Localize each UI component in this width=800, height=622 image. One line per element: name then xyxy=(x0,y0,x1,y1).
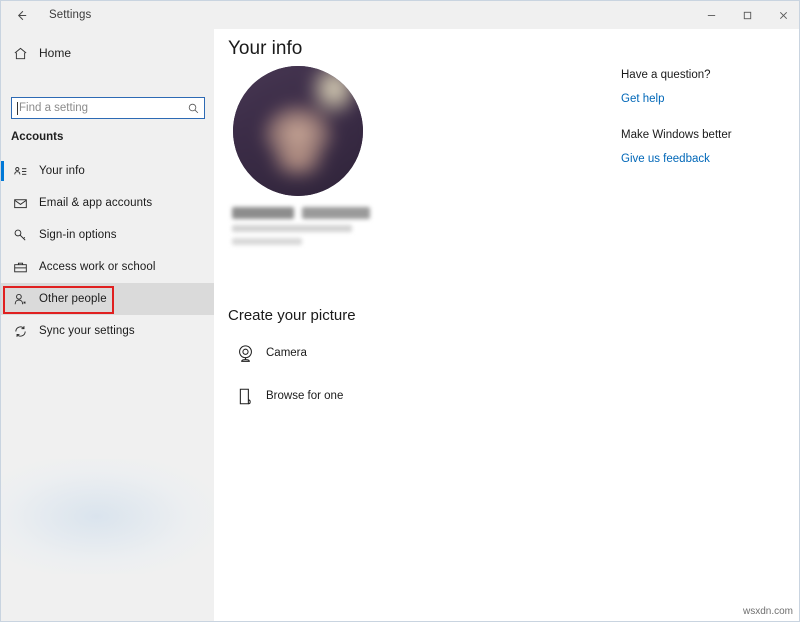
title-bar: Settings xyxy=(1,1,800,29)
sidebar-item-your-info[interactable]: Your info xyxy=(1,155,214,187)
close-icon[interactable] xyxy=(765,1,800,29)
action-label: Browse for one xyxy=(266,390,343,402)
sidebar-item-label: Other people xyxy=(39,293,107,305)
contact-card-icon xyxy=(1,164,39,179)
sync-icon xyxy=(1,324,39,339)
account-detail-redacted-1 xyxy=(232,225,352,232)
sidebar-section-title: Accounts xyxy=(11,131,63,143)
help-block-feedback: Make Windows better Give us feedback xyxy=(621,129,791,167)
sidebar-item-home[interactable]: Home xyxy=(1,37,214,69)
person-icon xyxy=(1,292,39,307)
sidebar-glare xyxy=(1,459,214,574)
help-heading: Make Windows better xyxy=(621,129,791,141)
avatar-image-blurred xyxy=(233,66,363,196)
sidebar-item-email-app-accounts[interactable]: Email & app accounts xyxy=(1,187,214,219)
briefcase-icon xyxy=(1,260,39,275)
create-picture-browse-button[interactable]: Browse for one xyxy=(228,381,343,411)
envelope-icon xyxy=(1,196,39,211)
sidebar-item-sign-in-options[interactable]: Sign-in options xyxy=(1,219,214,251)
webcam-icon xyxy=(228,343,262,364)
sidebar-item-label: Your info xyxy=(39,165,85,177)
account-detail-redacted-2 xyxy=(232,238,302,245)
give-feedback-link[interactable]: Give us feedback xyxy=(621,153,710,165)
sidebar-item-label: Email & app accounts xyxy=(39,197,152,209)
help-heading: Have a question? xyxy=(621,69,791,81)
app-title: Settings xyxy=(49,9,91,21)
key-icon xyxy=(1,228,39,243)
create-picture-title: Create your picture xyxy=(228,307,356,324)
account-surname-redacted xyxy=(302,207,370,219)
help-panel: Have a question? Get help Make Windows b… xyxy=(621,69,791,189)
sidebar-item-sync-your-settings[interactable]: Sync your settings xyxy=(1,315,214,347)
watermark: wsxdn.com xyxy=(743,606,793,617)
main-content: Your info Create your picture Camera xyxy=(214,29,800,622)
search-input[interactable] xyxy=(18,102,182,114)
home-icon xyxy=(1,46,39,61)
folder-page-icon xyxy=(228,386,262,407)
home-label: Home xyxy=(39,46,71,60)
create-picture-camera-button[interactable]: Camera xyxy=(228,338,307,368)
back-icon[interactable] xyxy=(1,1,41,29)
minimize-icon[interactable] xyxy=(693,1,729,29)
title-bar-left: Settings xyxy=(1,1,91,29)
search-icon[interactable] xyxy=(182,102,204,115)
settings-window: Settings xyxy=(0,0,800,622)
action-label: Camera xyxy=(266,347,307,359)
page-title: Your info xyxy=(228,38,302,60)
get-help-link[interactable]: Get help xyxy=(621,93,664,105)
account-name-redacted xyxy=(232,207,294,219)
sidebar-nav: Your info Email & app accounts xyxy=(1,155,214,347)
search-box[interactable] xyxy=(11,97,205,119)
sidebar-item-label: Sync your settings xyxy=(39,325,135,337)
sidebar-item-access-work-or-school[interactable]: Access work or school xyxy=(1,251,214,283)
sidebar-item-other-people[interactable]: Other people xyxy=(1,283,214,315)
sidebar: Home Accounts xyxy=(1,29,214,622)
help-block-question: Have a question? Get help xyxy=(621,69,791,107)
avatar[interactable] xyxy=(233,66,363,196)
sidebar-item-label: Access work or school xyxy=(39,261,156,273)
sidebar-item-label: Sign-in options xyxy=(39,229,117,241)
maximize-icon[interactable] xyxy=(729,1,765,29)
